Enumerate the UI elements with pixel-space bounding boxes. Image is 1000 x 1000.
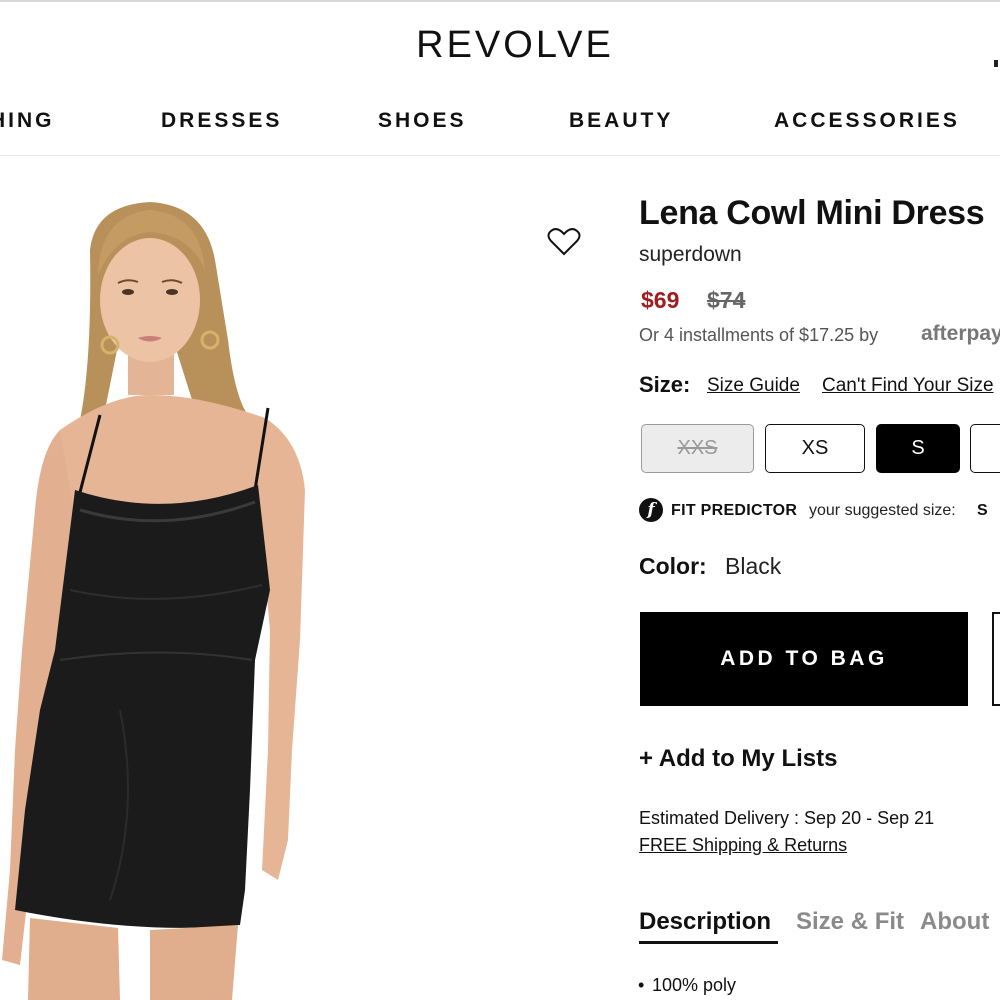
heart-outline-icon[interactable]: [547, 227, 581, 257]
nav-item-dresses[interactable]: DRESSES: [161, 109, 282, 133]
top-border: [0, 0, 1000, 2]
fit-predictor-icon: f: [639, 498, 663, 522]
estimated-delivery: Estimated Delivery : Sep 20 - Sep 21: [639, 808, 935, 828]
product-image[interactable]: [0, 190, 330, 1000]
free-shipping-link[interactable]: FREE Shipping & Returns: [639, 835, 847, 856]
tab-about[interactable]: About: [920, 908, 989, 936]
nav-item-shoes[interactable]: SHOES: [378, 109, 467, 133]
nav-item-accessories[interactable]: ACCESSORIES: [774, 109, 960, 133]
header-edge-icon[interactable]: [994, 60, 998, 67]
size-option-xxs[interactable]: XXS: [641, 424, 754, 473]
nav-item-beauty[interactable]: BEAUTY: [569, 109, 673, 133]
active-tab-underline: [639, 941, 778, 944]
color-value: Black: [725, 553, 782, 579]
size-option-next[interactable]: [970, 424, 1000, 473]
afterpay-logo[interactable]: afterpay: [921, 322, 1000, 346]
fit-predictor-text: your suggested size:: [809, 502, 956, 519]
color-label: Color:: [639, 553, 707, 579]
product-brand[interactable]: superdown: [639, 243, 742, 267]
installments-text: Or 4 installments of $17.25 by: [639, 325, 879, 345]
original-price: $74: [707, 287, 746, 313]
add-to-lists-button[interactable]: + Add to My Lists: [639, 745, 837, 773]
size-label: Size:: [639, 372, 691, 397]
sale-price: $69: [641, 287, 680, 313]
tab-size-fit[interactable]: Size & Fit: [796, 908, 904, 936]
fit-predictor-size: S: [977, 502, 988, 519]
revolve-logo[interactable]: REVOLVE: [0, 24, 1000, 67]
size-option-xs[interactable]: XS: [765, 424, 865, 473]
nav-item-clothing[interactable]: HING: [0, 109, 55, 133]
add-to-bag-button[interactable]: ADD TO BAG: [640, 612, 968, 706]
cant-find-size-link[interactable]: Can't Find Your Size: [822, 375, 994, 397]
size-guide-link[interactable]: Size Guide: [707, 375, 800, 397]
fit-predictor-title[interactable]: FIT PREDICTOR: [671, 502, 797, 520]
main-nav: HING DRESSES SHOES BEAUTY ACCESSORIES: [0, 109, 1000, 139]
size-option-s[interactable]: S: [876, 424, 960, 473]
product-title: Lena Cowl Mini Dress: [639, 194, 985, 232]
tab-description[interactable]: Description: [639, 908, 771, 936]
nav-divider: [0, 155, 1000, 156]
secondary-action-button[interactable]: [992, 612, 1000, 706]
detail-item: 100% poly: [638, 975, 736, 996]
